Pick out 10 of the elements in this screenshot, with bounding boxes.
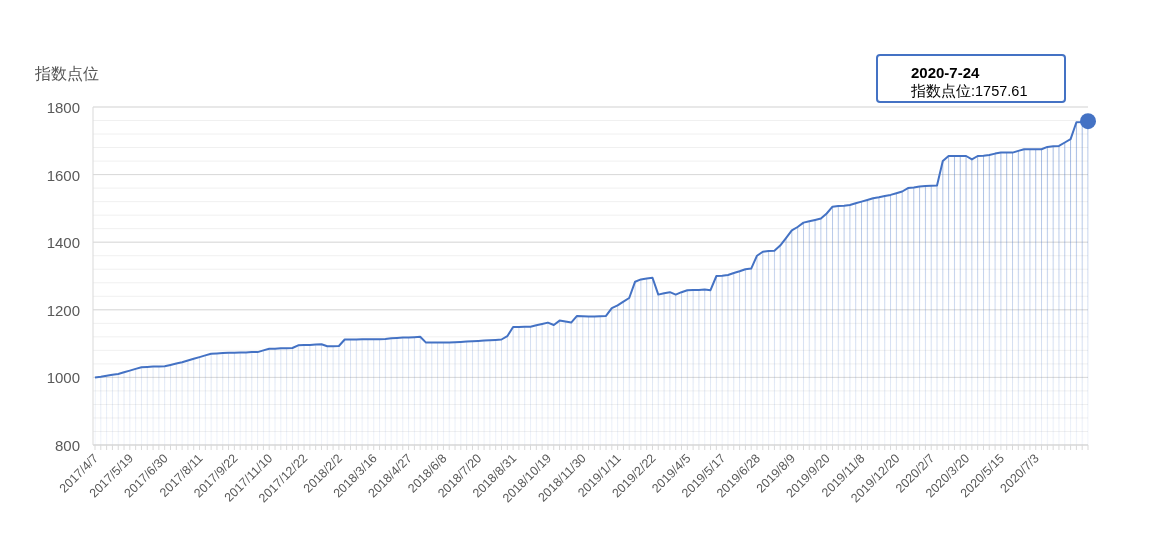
y-tick-label: 1800 [46,99,80,116]
y-axis-title: 指数点位 [35,65,99,82]
y-tick-label: 1000 [46,369,80,387]
y-tick-label: 1200 [46,301,80,319]
tooltip-date: 2020-7-24 [911,64,981,82]
y-tick-label: 1600 [46,166,80,184]
y-tick-label: 800 [54,437,80,454]
y-tick-label: 1400 [46,234,80,252]
tooltip-value: 指数点位:1757.61 [911,82,1029,100]
highlight-point [1080,113,1096,130]
